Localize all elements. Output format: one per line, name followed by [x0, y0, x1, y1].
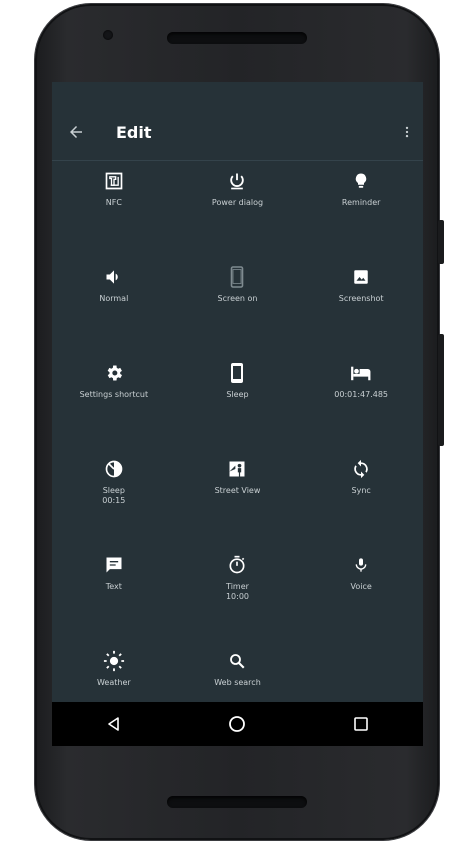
tile-sync[interactable]: Sync — [299, 450, 423, 546]
search-icon — [226, 650, 248, 672]
sun-icon — [103, 650, 125, 672]
tile-label: Settings shortcut — [79, 390, 149, 399]
tile-text[interactable]: Text — [52, 546, 176, 642]
tile-power-dialog[interactable]: Power dialog — [176, 162, 300, 258]
tile-label: Sleep — [226, 390, 249, 399]
phone-outline-icon — [226, 266, 248, 288]
tile-label: Power dialog — [211, 198, 264, 207]
triangle-back-icon — [106, 716, 122, 732]
tile-screenshot[interactable]: Screenshot — [299, 258, 423, 354]
nav-home-button[interactable] — [217, 702, 257, 746]
app-bar: Edit — [52, 104, 423, 161]
power-button — [438, 220, 444, 264]
tile-label: Text — [105, 582, 122, 591]
tile-street-view[interactable]: Street View — [176, 450, 300, 546]
bottom-speaker — [167, 796, 307, 808]
lightbulb-icon — [350, 170, 372, 192]
tile-label: Sync — [351, 486, 371, 495]
image-icon — [350, 266, 372, 288]
page-title: Edit — [116, 122, 152, 142]
arrow-back-icon — [67, 123, 85, 141]
sync-icon — [350, 458, 372, 480]
phone-frame: Edit NFC Power dialog Reminder Normal Sc… — [35, 4, 444, 840]
tile-normal[interactable]: Normal — [52, 258, 176, 354]
tile-label: Sleep — [102, 486, 125, 495]
nfc-icon — [103, 170, 125, 192]
timer-pie-icon — [103, 458, 125, 480]
gear-icon — [103, 362, 125, 384]
tile-label: Street View — [214, 486, 261, 495]
overflow-menu-button[interactable] — [391, 104, 423, 160]
nav-back-button[interactable] — [94, 702, 134, 746]
back-button[interactable] — [52, 104, 100, 160]
screen: Edit NFC Power dialog Reminder Normal Sc… — [52, 82, 423, 746]
stopwatch-icon — [226, 554, 248, 576]
tile-sublabel: 00:15 — [102, 496, 126, 505]
mic-icon — [350, 554, 372, 576]
tile-screen-on[interactable]: Screen on — [176, 258, 300, 354]
power-icon — [226, 170, 248, 192]
tile-sleep[interactable]: Sleep — [176, 354, 300, 450]
tile-label: Weather — [96, 678, 131, 687]
tile-sleep-timer[interactable]: 00:01:47.485 — [299, 354, 423, 450]
tile-grid: NFC Power dialog Reminder Normal Screen … — [52, 162, 423, 702]
tile-label: Web search — [214, 678, 261, 687]
volume-rocker — [438, 334, 444, 446]
tile-sleep-countdown[interactable]: Sleep 00:15 — [52, 450, 176, 546]
bed-icon — [350, 362, 372, 384]
tile-voice[interactable]: Voice — [299, 546, 423, 642]
tile-label: Screen on — [217, 294, 258, 303]
tile-reminder[interactable]: Reminder — [299, 162, 423, 258]
message-icon — [103, 554, 125, 576]
square-recents-icon — [353, 716, 369, 732]
navigation-bar — [52, 702, 423, 746]
front-camera — [103, 30, 113, 40]
nav-recents-button[interactable] — [341, 702, 381, 746]
tile-settings-shortcut[interactable]: Settings shortcut — [52, 354, 176, 450]
tile-label: Normal — [99, 294, 129, 303]
circle-home-icon — [228, 715, 246, 733]
tile-label: NFC — [105, 198, 122, 207]
status-bar — [52, 82, 423, 104]
tile-label: Screenshot — [338, 294, 384, 303]
tile-label: Voice — [350, 582, 372, 591]
more-vert-icon — [400, 123, 414, 141]
tile-label: 00:01:47.485 — [334, 390, 389, 399]
tile-label: Timer — [226, 582, 249, 591]
tile-timer[interactable]: Timer 10:00 — [176, 546, 300, 642]
top-speaker — [167, 32, 307, 44]
street-view-icon — [226, 458, 248, 480]
tile-nfc[interactable]: NFC — [52, 162, 176, 258]
tile-sublabel: 10:00 — [225, 592, 250, 601]
phone-icon — [226, 362, 248, 384]
volume-icon — [103, 266, 125, 288]
tile-label: Reminder — [341, 198, 381, 207]
